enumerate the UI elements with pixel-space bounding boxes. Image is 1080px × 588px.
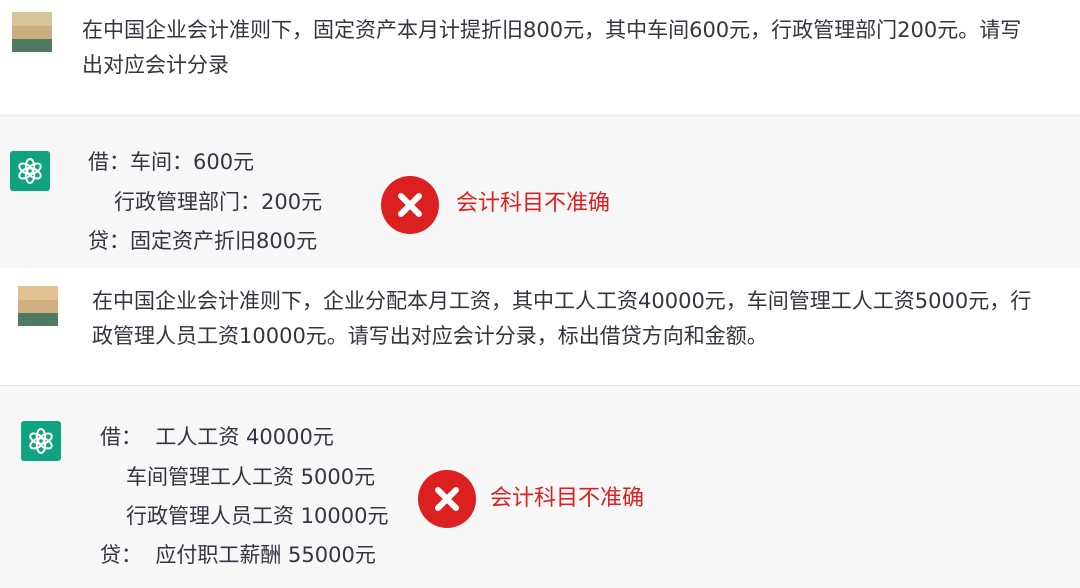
red-x-circle-icon: [418, 470, 476, 528]
user-avatar: [18, 286, 58, 326]
assistant-avatar-icon: [10, 151, 50, 191]
entry-debit-line: 车间管理工人工资 5000元: [126, 465, 376, 489]
entry-debit-line: 行政管理部门：200元: [114, 190, 323, 214]
openai-logo-icon: [29, 428, 53, 454]
entry-debit-line: 借：车间：600元: [88, 150, 255, 174]
message-user-2: 在中国企业会计准则下，企业分配本月工资，其中工人工资40000元，车间管理工人工…: [0, 268, 1080, 385]
error-annotation: 会计科目不准确: [456, 191, 611, 216]
entry-credit-line: 贷： 应付职工薪酬 55000元: [100, 543, 376, 567]
openai-logo-icon: [18, 158, 42, 184]
red-x-circle-icon: [381, 176, 439, 234]
entry-debit-line: 借： 工人工资 40000元: [100, 425, 334, 449]
user-message-text: 在中国企业会计准则下，固定资产本月计提折旧800元，其中车间600元，行政管理部…: [82, 18, 1022, 77]
assistant-avatar-icon: [21, 421, 61, 461]
entry-debit-line: 行政管理人员工资 10000元: [126, 504, 389, 528]
message-user-1: 在中国企业会计准则下，固定资产本月计提折旧800元，其中车间600元，行政管理部…: [0, 0, 1080, 115]
message-assistant-1: 借：车间：600元 行政管理部门：200元 贷：固定资产折旧800元 会计科目不…: [0, 115, 1080, 269]
message-assistant-2: 借： 工人工资 40000元 车间管理工人工资 5000元 行政管理人员工资 1…: [0, 385, 1080, 588]
entry-credit-line: 贷：固定资产折旧800元: [88, 229, 318, 253]
error-annotation: 会计科目不准确: [490, 486, 645, 511]
user-avatar: [12, 12, 52, 52]
user-message-text: 在中国企业会计准则下，企业分配本月工资，其中工人工资40000元，车间管理工人工…: [92, 289, 1032, 348]
